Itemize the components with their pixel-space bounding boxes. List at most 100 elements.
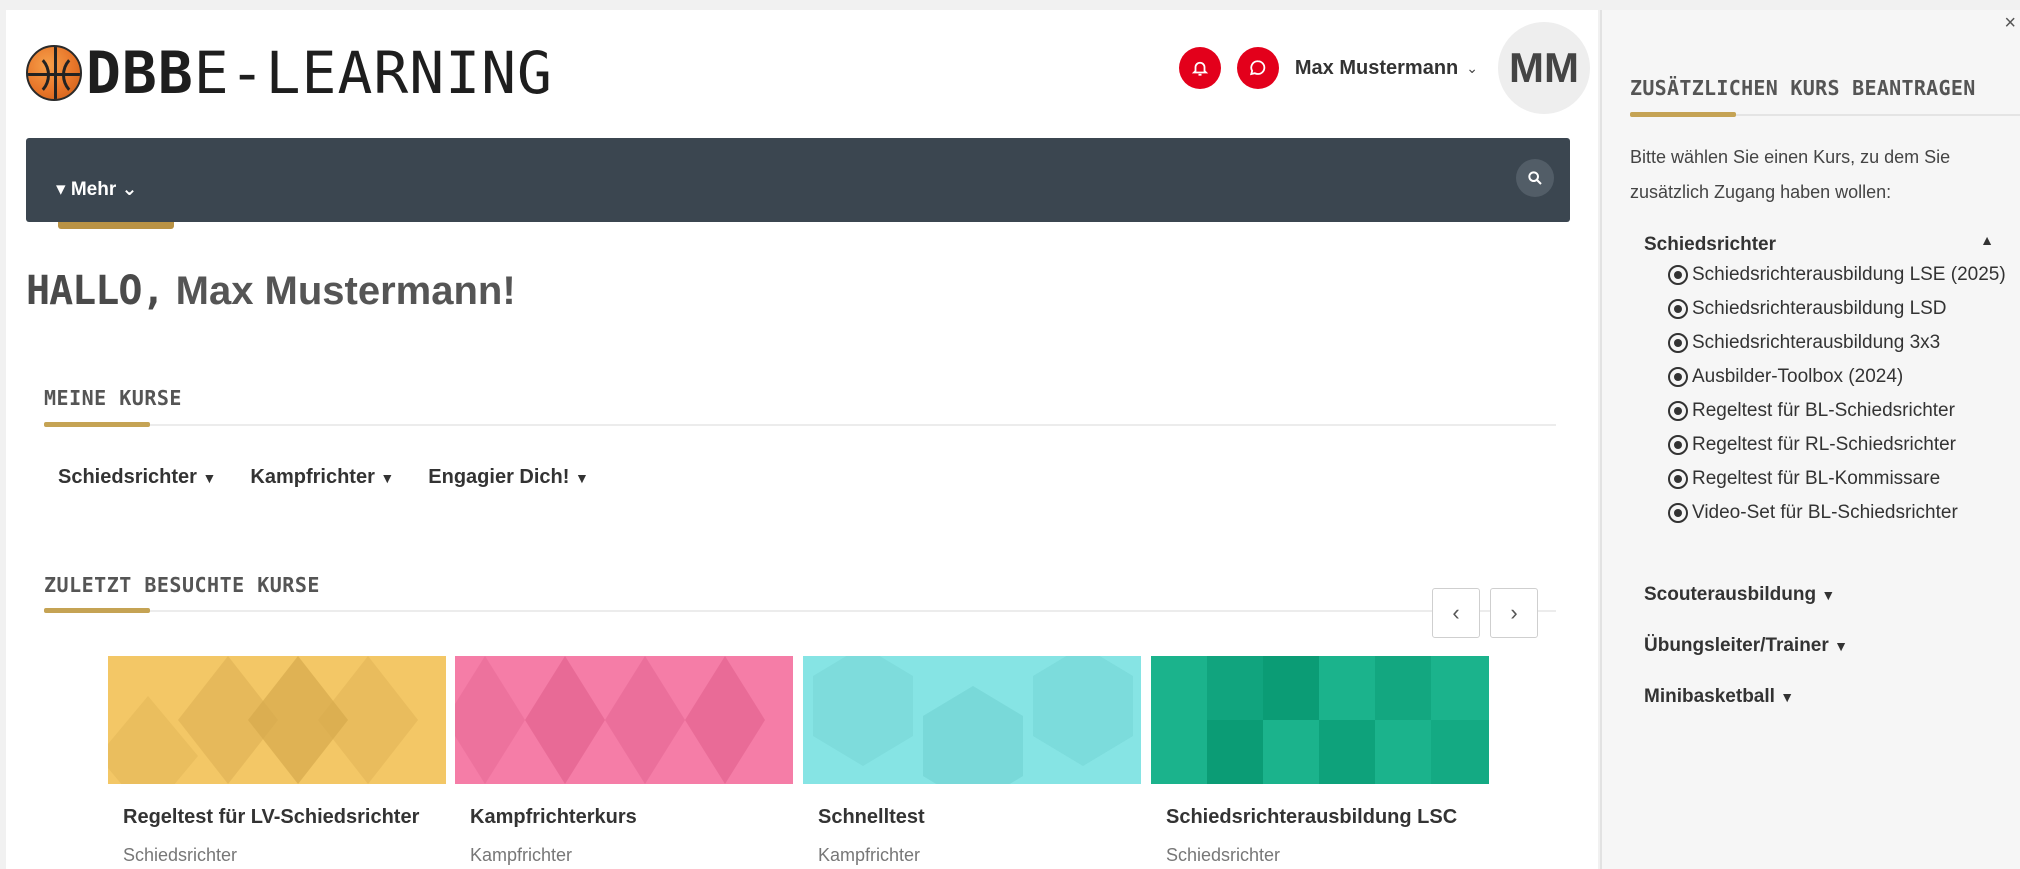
user-menu-name[interactable]: Max Mustermann	[1295, 57, 1458, 80]
radio-icon	[1668, 435, 1688, 455]
caret-down-icon: ▼	[202, 470, 217, 486]
chevron-down-icon: ⌄	[121, 179, 138, 200]
radio-icon	[1668, 367, 1688, 387]
tab-label: Kampfrichter	[250, 466, 375, 488]
carousel-next-button[interactable]: ›	[1490, 588, 1538, 638]
course-card-title: Kampfrichterkurs	[470, 806, 637, 828]
chevron-down-icon[interactable]: ⌄	[1466, 60, 1478, 77]
group-schiedsrichter[interactable]: Schiedsrichter	[1644, 234, 1776, 256]
group-scouterausbildung[interactable]: Scouterausbildung ▼	[1644, 584, 1835, 606]
section-accent	[44, 422, 150, 427]
drawer-accent	[1630, 112, 1736, 117]
course-card-title: Schnelltest	[818, 806, 925, 828]
course-card-category: Schiedsrichter	[1166, 845, 1281, 865]
tab-label: Engagier Dich!	[428, 466, 570, 488]
radio-icon	[1668, 299, 1688, 319]
caret-down-icon: ▼	[1834, 638, 1848, 654]
app: DBB E-LEARNING Max Mustermann ⌄ MM ▾ Mehr…	[0, 0, 2020, 869]
course-option-label: Schiedsrichterausbildung 3x3	[1692, 332, 1941, 353]
site-logo[interactable]: DBB E-LEARNING	[26, 44, 553, 102]
radio-icon	[1668, 401, 1688, 421]
course-option-label: Regeltest für BL-Kommissare	[1692, 468, 1941, 489]
greeting-name: Max Mustermann!	[175, 269, 516, 313]
group-label: Minibasketball	[1644, 686, 1775, 707]
main-panel: DBB E-LEARNING Max Mustermann ⌄ MM ▾ Mehr…	[6, 10, 1598, 869]
course-option[interactable]: Ausbilder-Toolbox (2024)	[1668, 364, 2014, 390]
course-option[interactable]: Regeltest für BL-Kommissare	[1668, 466, 2014, 492]
caret-down-icon: ▼	[1780, 689, 1795, 705]
course-option[interactable]: Video-Set für BL-Schiedsrichter	[1668, 500, 2014, 526]
course-option-label: Regeltest für RL-Schiedsrichter	[1692, 434, 1956, 455]
course-option-label: Schiedsrichterausbildung LSE (2025)	[1692, 264, 2006, 285]
course-option-label: Ausbilder-Toolbox (2024)	[1692, 366, 1904, 387]
course-card[interactable]: Schnelltest Kampfrichter	[803, 656, 1141, 866]
course-card-title: Regeltest für LV-Schiedsrichter	[123, 806, 420, 828]
search-button[interactable]	[1516, 159, 1554, 197]
course-option-label: Regeltest für BL-Schiedsrichter	[1692, 400, 1955, 421]
course-option[interactable]: Schiedsrichterausbildung 3x3	[1668, 330, 2014, 356]
caret-up-icon[interactable]: ▲	[1980, 232, 1994, 248]
close-icon[interactable]: ×	[2004, 12, 2016, 35]
chevron-right-icon: ›	[1510, 600, 1518, 625]
radio-icon	[1668, 469, 1688, 489]
group-label: Übungsleiter/Trainer	[1644, 635, 1829, 656]
course-option[interactable]: Schiedsrichterausbildung LSE (2025)	[1668, 262, 2014, 288]
group-minibasketball[interactable]: Minibasketball ▼	[1644, 686, 1794, 708]
card-pattern	[108, 656, 446, 784]
avatar[interactable]: MM	[1498, 22, 1590, 114]
course-card-category: Kampfrichter	[818, 845, 921, 865]
drawer-intro: Bitte wählen Sie einen Kurs, zu dem Sie …	[1630, 147, 1951, 202]
card-pattern	[803, 656, 1141, 784]
group-label: Scouterausbildung	[1644, 584, 1817, 605]
drawer-title: ZUSÄTZLICHEN KURS BEANTRAGEN	[1630, 76, 1976, 100]
course-option[interactable]: Regeltest für BL-Schiedsrichter	[1668, 398, 2014, 424]
course-card-image	[108, 656, 446, 784]
course-card-image	[455, 656, 793, 784]
nav-more-label: Mehr	[70, 179, 117, 200]
notifications-button[interactable]	[1178, 47, 1221, 89]
primary-navigation: ▾ Mehr ⌄	[26, 138, 1570, 229]
section-accent	[44, 608, 150, 613]
tab-kampfrichter[interactable]: Kampfrichter ▼	[250, 466, 394, 489]
section-divider	[44, 424, 1556, 426]
greeting-hallo: HALLO,	[26, 268, 165, 314]
course-option[interactable]: Regeltest für RL-Schiedsrichter	[1668, 432, 2014, 458]
logo-text: DBB E-LEARNING	[86, 44, 553, 102]
caret-down-icon: ▼	[380, 470, 395, 486]
recent-courses-title: ZULETZT BESUCHTE KURSE	[44, 573, 320, 597]
course-card[interactable]: Schiedsrichterausbildung LSC Schiedsrich…	[1151, 656, 1489, 866]
search-icon	[1528, 171, 1542, 185]
caret-down-icon: ▼	[1821, 587, 1836, 603]
card-pattern	[455, 656, 793, 784]
caret-down-icon: ▼	[574, 470, 589, 486]
nav-more-menu[interactable]: ▾ Mehr ⌄	[56, 178, 137, 201]
caret-down-icon: ▾	[56, 179, 66, 200]
tab-label: Schiedsrichter	[58, 466, 197, 488]
course-card[interactable]: Regeltest für LV-Schiedsrichter Schiedsr…	[108, 656, 446, 866]
course-card-title: Schiedsrichterausbildung LSC	[1166, 806, 1458, 828]
bell-icon	[1191, 61, 1209, 76]
group-uebungsleiter-trainer[interactable]: Übungsleiter/Trainer ▼	[1644, 635, 1848, 657]
chat-icon	[1249, 60, 1266, 76]
request-course-drawer: × ZUSÄTZLICHEN KURS BEANTRAGEN Bitte wäh…	[1600, 10, 2020, 869]
logo-light: E-LEARNING	[193, 39, 553, 107]
basketball-icon	[26, 45, 82, 101]
tab-schiedsrichter[interactable]: Schiedsrichter ▼	[58, 466, 216, 489]
messages-button[interactable]	[1236, 47, 1279, 89]
course-card[interactable]: Kampfrichterkurs Kampfrichter	[455, 656, 793, 866]
chevron-left-icon: ‹	[1452, 600, 1460, 625]
course-card-image	[803, 656, 1141, 784]
radio-icon	[1668, 503, 1688, 523]
course-option[interactable]: Schiedsrichterausbildung LSD	[1668, 296, 2014, 322]
course-option-list: Schiedsrichterausbildung LSE (2025) Schi…	[1668, 262, 2014, 534]
page-greeting: HALLO, Max Mustermann!	[26, 268, 516, 314]
course-card-image	[1151, 656, 1489, 784]
course-card-category: Kampfrichter	[470, 845, 573, 865]
group-label: Schiedsrichter	[1644, 234, 1776, 255]
carousel-prev-button[interactable]: ‹	[1432, 588, 1480, 638]
course-option-label: Video-Set für BL-Schiedsrichter	[1692, 502, 1958, 523]
user-area: Max Mustermann ⌄ MM	[1178, 22, 1590, 114]
my-courses-title: MEINE KURSE	[44, 386, 182, 410]
tab-engagier-dich[interactable]: Engagier Dich! ▼	[428, 466, 589, 489]
logo-bold: DBB	[86, 39, 194, 107]
